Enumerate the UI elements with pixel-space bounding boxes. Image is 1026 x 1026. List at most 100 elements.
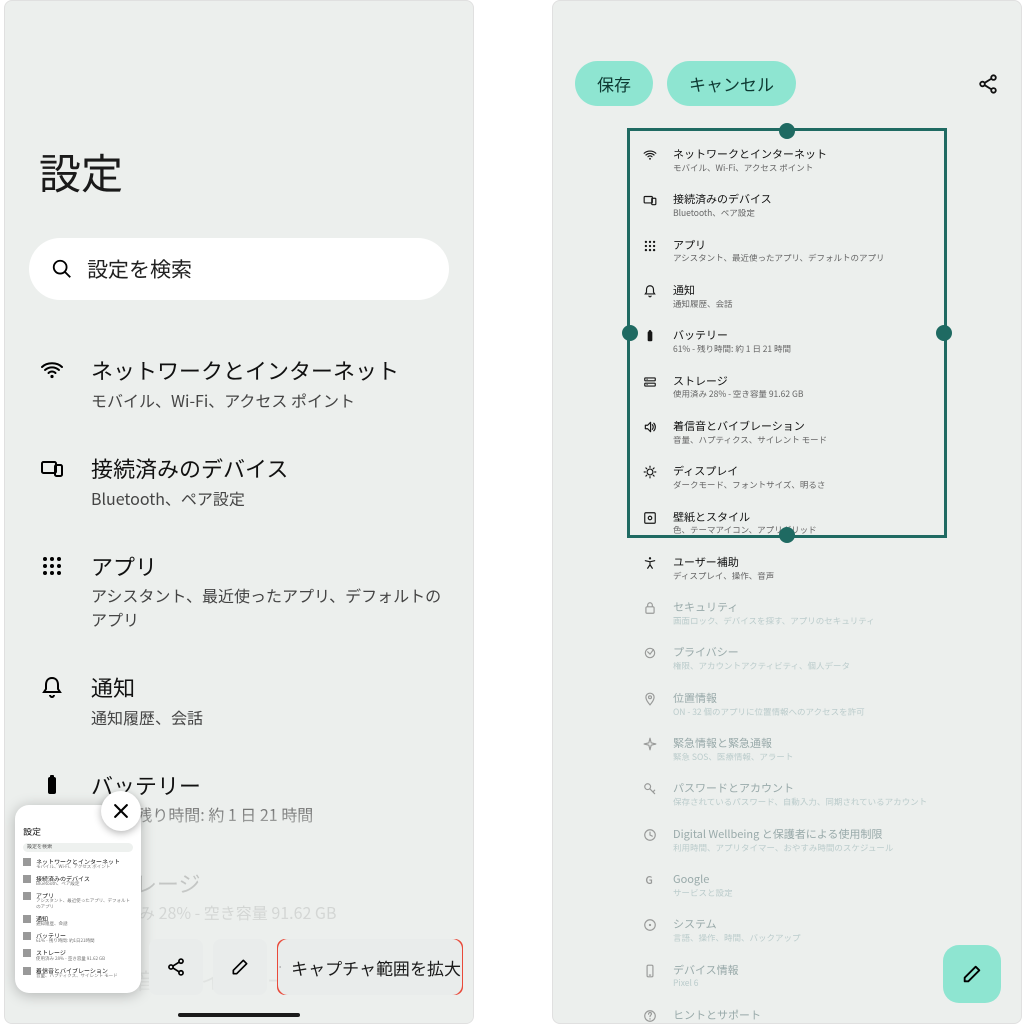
capture-item-emergency: 緊急情報と緊急通報 緊急 SOS、医療情報、アラート bbox=[637, 727, 937, 772]
capture-item-apps: アプリ アシスタント、最近使ったアプリ、デフォルトのアプリ bbox=[637, 229, 937, 274]
item-subtitle: Bluetooth、ペア設定 bbox=[91, 487, 288, 510]
accessibility-icon bbox=[643, 556, 657, 570]
item-subtitle: 画面ロック、デバイスを探す、アプリのセキュリティ bbox=[673, 616, 875, 627]
item-title: システム bbox=[673, 917, 801, 932]
apps-icon bbox=[40, 554, 64, 578]
lock-icon bbox=[643, 601, 657, 615]
item-subtitle: 61% - 残り時間: 約 1 日 21 時間 bbox=[673, 344, 791, 355]
capture-item-tips: ヒントとサポート ヘルプ記事、電話とチャット bbox=[637, 999, 937, 1024]
close-button[interactable] bbox=[101, 791, 141, 831]
settings-item-devices[interactable]: 接続済みのデバイス Bluetooth、ペア設定 bbox=[29, 434, 449, 532]
item-title: ネットワークとインターネット bbox=[91, 356, 399, 386]
thumb-item: 着信音とバイブレーション音量、ハプティクス、サイレント モード bbox=[23, 967, 133, 979]
capture-item-wallpaper: 壁紙とスタイル 色、テーマアイコン、アプリグリッド bbox=[637, 501, 937, 546]
search-input[interactable]: 設定を検索 bbox=[29, 238, 449, 300]
devices-icon bbox=[643, 193, 657, 207]
item-subtitle: 使用済み 28% - 空き容量 91.62 GB bbox=[673, 389, 803, 400]
item-title: アプリ bbox=[91, 552, 449, 582]
item-title: 接続済みのデバイス bbox=[91, 454, 288, 484]
item-title: 着信音とバイブレーション bbox=[673, 419, 827, 434]
pencil-icon bbox=[230, 957, 250, 977]
capture-item-display: ディスプレイ ダークモード、フォントサイズ、明るさ bbox=[637, 455, 937, 500]
wifi-icon bbox=[643, 148, 657, 162]
thumb-item: ネットワークとインターネットモバイル、Wi-Fi、アクセス ポイント bbox=[23, 858, 133, 870]
sound-icon bbox=[643, 420, 657, 434]
wellbeing-icon bbox=[643, 828, 657, 842]
item-subtitle: 権限、アカウントアクティビティ、個人データ bbox=[673, 661, 850, 672]
item-title: プライバシー bbox=[673, 645, 850, 660]
item-subtitle: 言語、操作、時間、バックアップ bbox=[673, 933, 801, 944]
item-title: ストレージ bbox=[673, 374, 803, 389]
expand-capture-button[interactable]: キャプチャ範囲を拡大 bbox=[277, 939, 463, 995]
item-subtitle: ダークモード、フォントサイズ、明るさ bbox=[673, 480, 825, 491]
devices-icon bbox=[40, 456, 64, 480]
wifi-icon bbox=[40, 358, 64, 382]
tips-icon bbox=[643, 1009, 657, 1023]
edit-fab[interactable] bbox=[943, 945, 1001, 1003]
save-button[interactable]: 保存 bbox=[575, 61, 653, 106]
item-subtitle: 通知履歴、会話 bbox=[673, 299, 733, 310]
google-icon bbox=[643, 873, 657, 887]
capture-item-key: パスワードとアカウント 保存されているパスワード、自動入力、同期されているアカウ… bbox=[637, 772, 937, 817]
item-subtitle: 保存されているパスワード、自動入力、同期されているアカウント bbox=[673, 797, 927, 808]
item-title: 接続済みのデバイス bbox=[673, 192, 772, 207]
system-icon bbox=[643, 918, 657, 932]
item-title: 壁紙とスタイル bbox=[673, 510, 817, 525]
key-icon bbox=[643, 782, 657, 796]
item-title: パスワードとアカウント bbox=[673, 781, 927, 796]
crop-container: ネットワークとインターネット モバイル、Wi-Fi、アクセス ポイント 接続済み… bbox=[637, 138, 937, 1024]
screenshot-action-bar: キャプチャ範囲を拡大 bbox=[149, 939, 463, 995]
share-icon[interactable] bbox=[977, 73, 999, 95]
item-subtitle: 色、テーマアイコン、アプリグリッド bbox=[673, 525, 817, 536]
left-panel: 設定 設定を検索 ネットワークとインターネット モバイル、Wi-Fi、アクセス … bbox=[4, 0, 474, 1024]
item-subtitle: ディスプレイ、操作、音声 bbox=[673, 571, 774, 582]
wallpaper-icon bbox=[643, 511, 657, 525]
search-placeholder: 設定を検索 bbox=[87, 254, 192, 284]
screenshot-thumbnail[interactable]: 設定 設定を検索 ネットワークとインターネットモバイル、Wi-Fi、アクセス ポ… bbox=[15, 805, 141, 993]
settings-item-bell[interactable]: 通知 通知履歴、会話 bbox=[29, 653, 449, 751]
expand-icon bbox=[279, 959, 281, 975]
display-icon bbox=[643, 465, 657, 479]
expand-label: キャプチャ範囲を拡大 bbox=[291, 955, 461, 980]
capture-item-bell: 通知 通知履歴、会話 bbox=[637, 274, 937, 319]
item-title: Google bbox=[673, 872, 733, 887]
cancel-button[interactable]: キャンセル bbox=[667, 61, 796, 106]
capture-item-privacy: プライバシー 権限、アカウントアクティビティ、個人データ bbox=[637, 636, 937, 681]
item-title: デバイス情報 bbox=[673, 963, 739, 978]
item-subtitle: 緊急 SOS、医療情報、アラート bbox=[673, 752, 793, 763]
thumb-search: 設定を検索 bbox=[23, 843, 133, 852]
bell-icon bbox=[643, 284, 657, 298]
page-title: 設定 bbox=[29, 1, 449, 238]
item-title: 緊急情報と緊急通報 bbox=[673, 736, 793, 751]
capture-item-google: Google サービスと設定 bbox=[637, 863, 937, 908]
item-subtitle: 利用時間、アプリタイマー、おやすみ時間のスケジュール bbox=[673, 843, 893, 854]
item-title: セキュリティ bbox=[673, 600, 875, 615]
bell-icon bbox=[40, 675, 64, 699]
pencil-icon bbox=[961, 963, 983, 985]
location-icon bbox=[643, 692, 657, 706]
item-title: 位置情報 bbox=[673, 691, 865, 706]
share-button[interactable] bbox=[149, 939, 203, 995]
item-title: アプリ bbox=[673, 238, 884, 253]
settings-item-apps[interactable]: アプリ アシスタント、最近使ったアプリ、デフォルトのアプリ bbox=[29, 532, 449, 653]
item-subtitle: サービスと設定 bbox=[673, 888, 733, 899]
nav-pill[interactable] bbox=[178, 1013, 300, 1017]
capture-item-storage: ストレージ 使用済み 28% - 空き容量 91.62 GB bbox=[637, 365, 937, 410]
crop-handle-right[interactable] bbox=[936, 325, 952, 341]
item-subtitle: 音量、ハプティクス、サイレント モード bbox=[673, 435, 827, 446]
close-icon bbox=[111, 801, 131, 821]
item-title: ネットワークとインターネット bbox=[673, 147, 827, 162]
crop-handle-left[interactable] bbox=[622, 325, 638, 341]
emergency-icon bbox=[643, 737, 657, 751]
capture-item-sound: 着信音とバイブレーション 音量、ハプティクス、サイレント モード bbox=[637, 410, 937, 455]
settings-item-wifi[interactable]: ネットワークとインターネット モバイル、Wi-Fi、アクセス ポイント bbox=[29, 336, 449, 434]
item-title: ディスプレイ bbox=[673, 464, 825, 479]
capture-item-system: システム 言語、操作、時間、バックアップ bbox=[637, 908, 937, 953]
item-title: 通知 bbox=[91, 673, 203, 703]
battery-icon bbox=[643, 329, 657, 343]
edit-button[interactable] bbox=[213, 939, 267, 995]
item-subtitle: Bluetooth、ペア設定 bbox=[673, 208, 772, 219]
capture-item-wellbeing: Digital Wellbeing と保護者による使用制限 利用時間、アプリタイ… bbox=[637, 818, 937, 863]
thumb-item: 接続済みのデバイスBluetooth、ペア設定 bbox=[23, 875, 133, 887]
thumb-item: ストレージ使用済み 28% - 空き容量 91.62 GB bbox=[23, 949, 133, 961]
